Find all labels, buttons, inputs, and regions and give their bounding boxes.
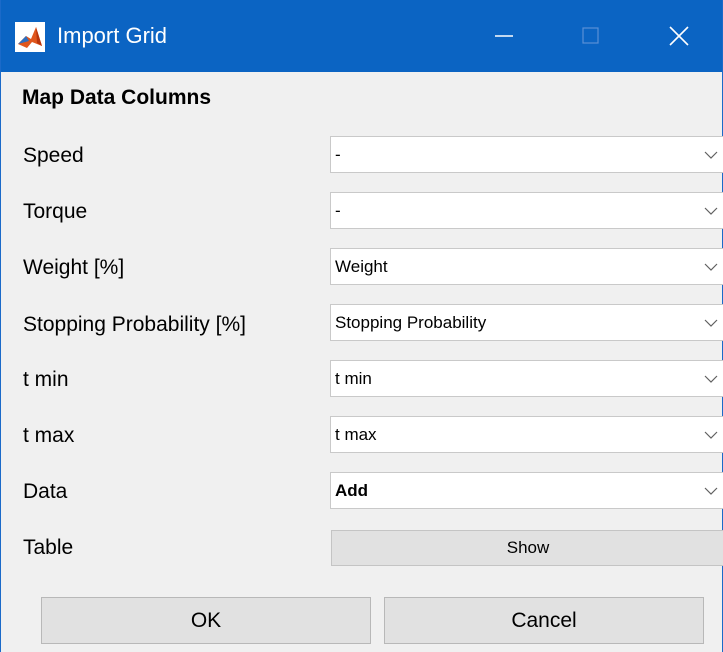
t-min-dropdown-value: t min <box>335 369 372 388</box>
chevron-down-icon <box>704 431 718 439</box>
chevron-down-icon <box>704 263 718 271</box>
maximize-icon <box>582 27 599 44</box>
import-grid-window: Import Grid Map Data Columns Speed - Tor… <box>0 0 723 652</box>
chevron-down-icon <box>704 487 718 495</box>
ok-button[interactable]: OK <box>41 597 371 644</box>
speed-label: Speed <box>23 144 84 167</box>
maximize-button <box>546 0 636 72</box>
weight-label: Weight [%] <box>23 256 125 279</box>
t-min-label: t min <box>23 368 69 391</box>
table-label: Table <box>23 536 74 559</box>
t-min-dropdown[interactable]: t min <box>330 360 723 397</box>
close-button[interactable] <box>634 0 723 72</box>
chevron-down-icon <box>704 151 718 159</box>
data-dropdown-value: Add <box>335 481 369 500</box>
chevron-down-icon <box>704 207 718 215</box>
minimize-button[interactable] <box>459 0 549 72</box>
data-label: Data <box>23 480 68 503</box>
chevron-down-icon <box>704 375 718 383</box>
weight-dropdown-value: Weight <box>335 257 388 276</box>
minimize-icon <box>495 35 513 37</box>
close-icon <box>669 26 689 46</box>
t-max-dropdown[interactable]: t max <box>330 416 723 453</box>
speed-dropdown-value: - <box>335 145 341 164</box>
torque-dropdown-value: - <box>335 201 341 220</box>
chevron-down-icon <box>704 319 718 327</box>
cancel-button[interactable]: Cancel <box>384 597 704 644</box>
speed-dropdown[interactable]: - <box>330 136 723 173</box>
t-max-label: t max <box>23 424 75 447</box>
t-max-dropdown-value: t max <box>335 425 377 444</box>
section-title: Map Data Columns <box>22 86 212 109</box>
stopping-probability-label: Stopping Probability [%] <box>23 313 246 336</box>
torque-dropdown[interactable]: - <box>330 192 723 229</box>
weight-dropdown[interactable]: Weight <box>330 248 723 285</box>
title-bar[interactable]: Import Grid <box>1 0 722 72</box>
matlab-icon <box>15 22 45 52</box>
data-dropdown[interactable]: Add <box>330 472 723 509</box>
show-table-button[interactable]: Show <box>331 530 723 566</box>
stopping-probability-dropdown[interactable]: Stopping Probability <box>330 304 723 341</box>
torque-label: Torque <box>23 200 88 223</box>
stopping-probability-dropdown-value: Stopping Probability <box>335 313 487 332</box>
window-title: Import Grid <box>57 23 168 48</box>
